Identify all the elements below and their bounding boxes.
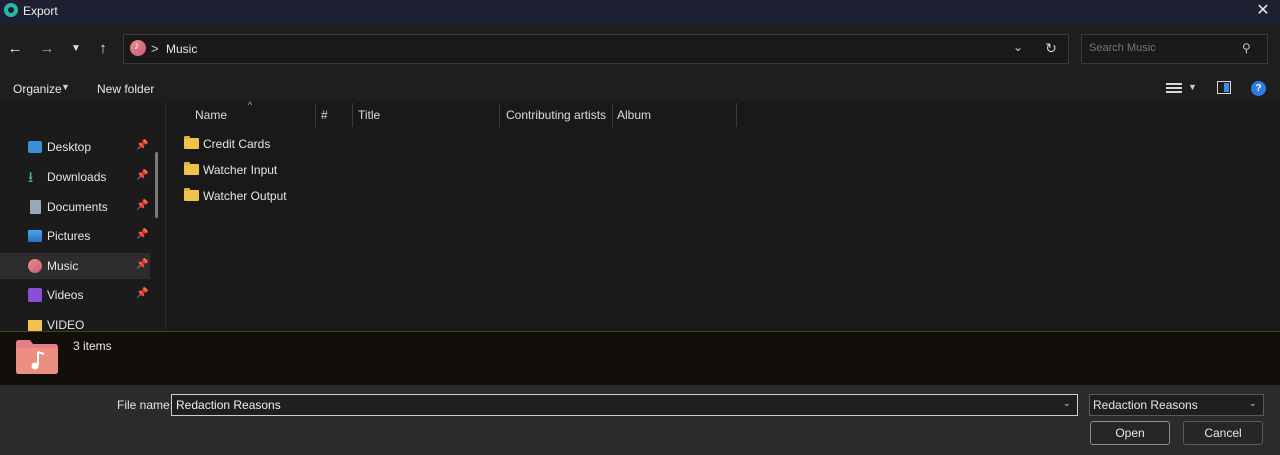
title-bar bbox=[0, 0, 1280, 24]
file-type-value: Redaction Reasons bbox=[1093, 398, 1198, 412]
search-placeholder: Search Music bbox=[1089, 42, 1156, 54]
sidebar-item-label: Pictures bbox=[47, 229, 91, 243]
sidebar-item-video-folder[interactable]: VIDEO bbox=[0, 312, 150, 331]
sidebar-item-downloads[interactable]: ⭳ Downloads 📌 bbox=[0, 164, 150, 190]
preview-pane-icon[interactable] bbox=[1217, 81, 1231, 94]
sidebar-item-label: Videos bbox=[47, 288, 84, 302]
sidebar-item-documents[interactable]: Documents 📌 bbox=[0, 194, 150, 220]
column-header-title[interactable]: Title bbox=[358, 108, 380, 122]
sidebar-item-label: Desktop bbox=[47, 140, 92, 154]
sidebar-item-label: Documents bbox=[47, 200, 108, 214]
pin-icon[interactable]: 📌 bbox=[136, 170, 148, 181]
pin-icon[interactable]: 📌 bbox=[136, 200, 148, 211]
sidebar-item-music[interactable]: Music 📌 bbox=[0, 253, 150, 279]
close-icon[interactable]: ✕ bbox=[1254, 2, 1272, 20]
pin-icon[interactable]: 📌 bbox=[136, 259, 148, 270]
open-button[interactable]: Open bbox=[1090, 421, 1170, 445]
file-name: Credit Cards bbox=[203, 137, 271, 151]
refresh-icon[interactable]: ↻ bbox=[1043, 40, 1059, 56]
search-icon[interactable]: ⚲ bbox=[1242, 41, 1256, 55]
address-bar[interactable] bbox=[123, 34, 1069, 64]
items-count: 3 items bbox=[73, 339, 112, 353]
sidebar-item-label: VIDEO bbox=[47, 318, 85, 331]
file-name-input[interactable]: Redaction Reasons bbox=[171, 394, 1078, 416]
up-arrow-icon[interactable]: ↑ bbox=[92, 38, 114, 60]
folder-icon bbox=[184, 136, 199, 149]
folder-icon bbox=[184, 162, 199, 175]
change-view-icon[interactable] bbox=[1166, 81, 1182, 95]
app-logo-icon bbox=[4, 3, 18, 17]
file-name: Watcher Output bbox=[203, 189, 287, 203]
folder-icon bbox=[28, 320, 42, 331]
videos-icon bbox=[28, 288, 42, 302]
view-options-chevron-icon[interactable]: ▼ bbox=[1188, 82, 1197, 92]
details-pane bbox=[0, 331, 1280, 385]
column-divider[interactable] bbox=[736, 103, 737, 127]
sidebar-item-label: Downloads bbox=[47, 170, 107, 184]
organize-menu[interactable]: Organize bbox=[13, 82, 62, 96]
music-folder-icon bbox=[16, 340, 58, 374]
file-row[interactable]: Watcher Output bbox=[175, 184, 315, 208]
column-header-album[interactable]: Album bbox=[617, 108, 651, 122]
sidebar-item-videos[interactable]: Videos 📌 bbox=[0, 282, 150, 308]
column-header-number[interactable]: # bbox=[321, 108, 328, 122]
sidebar-item-pictures[interactable]: Pictures 📌 bbox=[0, 223, 150, 249]
folder-icon bbox=[184, 188, 199, 201]
column-divider[interactable] bbox=[499, 103, 500, 127]
column-divider[interactable] bbox=[612, 103, 613, 127]
forward-arrow-icon[interactable]: → bbox=[36, 38, 58, 60]
file-name-label: File name: bbox=[117, 398, 174, 412]
column-divider[interactable] bbox=[315, 103, 316, 127]
column-header-contributing-artists[interactable]: Contributing artists bbox=[506, 108, 606, 122]
window-title: Export bbox=[23, 4, 58, 18]
organize-chevron-icon: ▼ bbox=[61, 82, 70, 92]
sidebar-item-label: Music bbox=[47, 259, 79, 273]
file-list bbox=[166, 101, 1280, 331]
column-divider[interactable] bbox=[352, 103, 353, 127]
column-header-name[interactable]: Name bbox=[195, 108, 227, 122]
pin-icon[interactable]: 📌 bbox=[136, 140, 148, 151]
file-row[interactable]: Credit Cards bbox=[175, 132, 315, 156]
new-folder-button[interactable]: New folder bbox=[97, 82, 154, 96]
file-name: Watcher Input bbox=[203, 163, 278, 177]
file-row[interactable]: Watcher Input bbox=[175, 158, 315, 182]
downloads-icon: ⭳ bbox=[28, 169, 34, 186]
music-icon bbox=[28, 259, 42, 273]
help-icon[interactable]: ? bbox=[1251, 81, 1266, 96]
sort-ascending-icon: ^ bbox=[248, 100, 253, 110]
desktop-icon bbox=[28, 141, 42, 153]
pin-icon[interactable]: 📌 bbox=[136, 229, 148, 240]
command-bar bbox=[0, 76, 1280, 101]
file-name-dropdown-icon[interactable]: ⌄ bbox=[1063, 398, 1071, 409]
documents-icon bbox=[30, 200, 41, 214]
pin-icon[interactable]: 📌 bbox=[136, 288, 148, 299]
breadcrumb-item-music[interactable]: Music bbox=[166, 42, 197, 56]
file-type-chevron-icon: ⌄ bbox=[1249, 398, 1257, 408]
pictures-icon bbox=[28, 230, 42, 242]
back-arrow-icon[interactable]: ← bbox=[4, 38, 26, 60]
breadcrumb-separator: > bbox=[151, 41, 159, 56]
sidebar-item-desktop[interactable]: Desktop 📌 bbox=[0, 134, 150, 160]
address-history-chevron-icon[interactable]: ⌄ bbox=[1010, 40, 1026, 56]
recent-locations-chevron-icon[interactable]: ▼ bbox=[65, 38, 87, 60]
sidebar-scrollbar[interactable] bbox=[155, 152, 158, 218]
cancel-button[interactable]: Cancel bbox=[1183, 421, 1263, 445]
music-location-icon: ♪ bbox=[130, 40, 146, 56]
